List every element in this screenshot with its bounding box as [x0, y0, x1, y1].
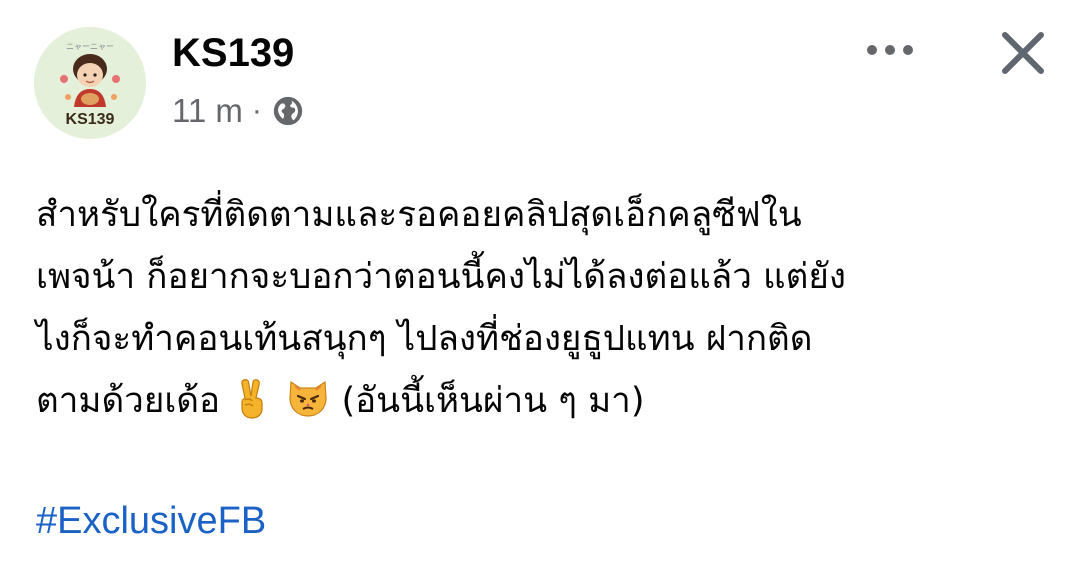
post-text-line-last: ตามด้วยเด้อ (อันนี้เห็นผ่าน ๆ มา) — [36, 370, 1046, 432]
post-meta: 11 m · — [172, 88, 305, 134]
more-horizontal-icon[interactable] — [860, 30, 920, 70]
avatar-text: KS139 — [66, 111, 115, 128]
post-text-line: เพจน้า ก็อยากจะบอกว่าตอนนี้คงไม่ได้ลงต่อ… — [36, 257, 846, 297]
avatar-illustration: ニャーニャー KS139 — [34, 27, 146, 139]
avatar-caption: ニャーニャー — [66, 42, 114, 51]
post-text-fragment: (อันนี้เห็นผ่าน ๆ มา) — [341, 381, 645, 421]
avatar[interactable]: ニャーニャー KS139 — [34, 27, 146, 139]
hashtag-link[interactable]: #ExclusiveFB — [36, 494, 266, 548]
victory-hand-icon — [241, 379, 263, 419]
post-time[interactable]: 11 m — [172, 92, 243, 130]
post-text-line: สำหรับใครที่ติดตามและรอคอยคลิปสุดเอ็กคลู… — [36, 195, 802, 235]
meta-separator: · — [251, 94, 262, 127]
globe-icon[interactable] — [271, 94, 305, 128]
close-icon[interactable] — [995, 25, 1051, 81]
post-text-line: ไงก็จะทำคอนเท้นสนุกๆ ไปลงที่ช่องยูธูปแทน… — [36, 319, 813, 359]
author-name[interactable]: KS139 — [172, 26, 294, 80]
pouting-cat-icon — [289, 380, 327, 417]
post-text: สำหรับใครที่ติดตามและรอคอยคลิปสุดเอ็กคลู… — [36, 184, 1046, 432]
facebook-post: ニャーニャー KS139 KS139 11 m · สำหรับใครที่ติ… — [0, 0, 1080, 571]
post-text-fragment: ตามด้วยเด้อ — [36, 381, 232, 421]
